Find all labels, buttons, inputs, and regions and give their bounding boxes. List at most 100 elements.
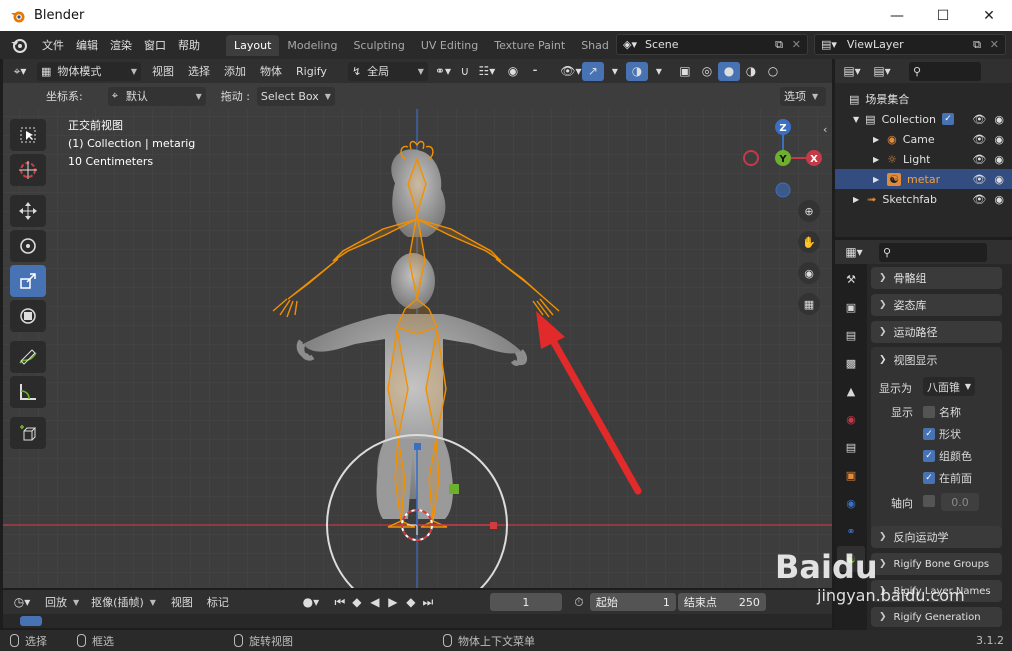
timeline-marker-menu[interactable]: 标记 <box>200 594 236 610</box>
outliner-item-sketchfab[interactable]: ▶ ➟ Sketchfab 👁 ◉ <box>835 189 1012 209</box>
eye-icon[interactable]: 👁 <box>972 153 986 166</box>
start-frame-field[interactable]: 起始 1 <box>589 593 676 611</box>
outliner[interactable]: ▤▾ ▤▾ ⚲ ▤ 场景集合 ▼ ▤ Collection 👁 ◉ ▶ ◉ Cam… <box>835 59 1012 237</box>
collection-exclude-checkbox[interactable] <box>941 113 954 125</box>
playback-dropdown[interactable]: 回放 ▼ <box>41 593 83 612</box>
display-mode-icon[interactable]: ▤▾ <box>871 62 893 81</box>
play-reverse-icon[interactable]: ◀ <box>366 593 384 612</box>
pivot-point-icon[interactable]: ⚭▾ <box>432 62 454 81</box>
tab-texture-paint[interactable]: Texture Paint <box>486 35 573 56</box>
keying-dropdown[interactable]: 抠像(插帧) ▼ <box>87 593 160 612</box>
menu-render[interactable]: 渲染 <box>104 37 138 53</box>
eye-icon[interactable]: 👁 <box>972 133 986 146</box>
camera-view-icon[interactable]: ◉ <box>798 262 820 284</box>
overlay-dropdown-icon[interactable]: ▾ <box>648 62 670 81</box>
measure-tool[interactable] <box>10 376 46 408</box>
mode-dropdown[interactable]: ▦ 物体模式 ▼ <box>37 61 141 81</box>
object-tab-icon[interactable]: ▣ <box>837 462 865 488</box>
properties-search-input[interactable]: ⚲ <box>879 242 987 262</box>
play-icon[interactable]: ▶ <box>384 593 402 612</box>
world-tab-icon[interactable]: ◉ <box>837 406 865 432</box>
menu-file[interactable]: 文件 <box>36 37 70 53</box>
blender-menu-icon[interactable] <box>10 36 28 54</box>
panel-rigify-bone-groups[interactable]: ❯ Rigify Bone Groups <box>871 553 1002 575</box>
render-camera-icon[interactable]: ◉ <box>994 173 1004 186</box>
stopwatch-icon[interactable]: ⏱ <box>568 593 590 612</box>
scene-tab-icon[interactable]: ▲ <box>837 378 865 404</box>
render-camera-icon[interactable]: ◉ <box>994 113 1004 126</box>
solid-shading-icon[interactable]: ● <box>717 61 740 81</box>
overlay-toggle-icon[interactable]: ◑ <box>625 61 648 81</box>
visibility-icon[interactable]: 👁▾ <box>560 62 582 81</box>
timeline-view-menu[interactable]: 视图 <box>164 594 200 610</box>
pan-hand-icon[interactable]: ✋ <box>798 231 820 253</box>
annotate-tool[interactable] <box>10 341 46 373</box>
transform-tool[interactable] <box>10 300 46 332</box>
panel-header[interactable]: ❯ 视图显示 <box>879 352 938 368</box>
falloff-icon[interactable]: ⁃ <box>524 62 546 81</box>
timeline-ruler[interactable] <box>3 614 832 628</box>
rotate-tool[interactable] <box>10 230 46 262</box>
wireframe-shading-icon[interactable]: ◎ <box>696 62 718 81</box>
scene-selector[interactable]: ◈▾ Scene ⧉ ✕ <box>616 34 808 55</box>
panel-motion-paths[interactable]: ❯ 运动路径 <box>871 321 1002 343</box>
eye-icon[interactable]: 👁 <box>972 113 986 126</box>
viewlayer-selector[interactable]: ▤▾ ViewLayer ⧉ ✕ <box>814 34 1006 55</box>
outliner-item-metarig[interactable]: ▶ ☯ metar 👁 ◉ <box>835 169 1012 189</box>
navigation-gizmo[interactable]: Z X Y <box>738 117 828 207</box>
editor-type-icon[interactable]: ⌖▾ <box>9 62 31 81</box>
render-camera-icon[interactable]: ◉ <box>994 193 1004 206</box>
cursor-tool[interactable] <box>10 154 46 186</box>
end-frame-field[interactable]: 结束点 250 <box>677 593 766 611</box>
zoom-icon[interactable]: ⊕ <box>798 200 820 222</box>
expand-arrow-icon[interactable]: ▶ <box>853 195 859 204</box>
scale-tool[interactable] <box>10 265 46 297</box>
menu-add[interactable]: 添加 <box>217 63 253 79</box>
transform-orientation-dropdown[interactable]: ↯ 全局 ▼ <box>347 61 428 81</box>
menu-window[interactable]: 窗口 <box>138 37 172 53</box>
group-color-checkbox[interactable] <box>923 450 935 462</box>
add-cube-tool[interactable] <box>10 417 46 449</box>
tab-shading[interactable]: Shad <box>573 35 617 56</box>
physics-tab-icon[interactable]: ◉ <box>837 490 865 516</box>
rendered-shading-icon[interactable]: ○ <box>762 62 784 81</box>
expand-arrow-icon[interactable]: ▶ <box>873 155 879 164</box>
bone-data-tab-icon[interactable]: ☯ <box>837 546 865 572</box>
menu-object[interactable]: 物体 <box>253 63 289 79</box>
outliner-item-light[interactable]: ▶ ☼ Light 👁 ◉ <box>835 149 1012 169</box>
output-tab-icon[interactable]: ▤ <box>837 322 865 348</box>
render-tab-icon[interactable]: ▣ <box>837 294 865 320</box>
drag-dropdown[interactable]: Select Box ▼ <box>256 86 335 106</box>
outliner-item-collection[interactable]: ▼ ▤ Collection 👁 ◉ <box>835 109 1012 129</box>
copy-viewlayer-icon[interactable]: ⧉ <box>973 38 981 52</box>
menu-view[interactable]: 视图 <box>145 63 181 79</box>
jump-end-icon[interactable]: ⏭ <box>420 593 436 612</box>
next-keyframe-icon[interactable]: ◆ <box>402 593 420 612</box>
remove-scene-icon[interactable]: ✕ <box>792 38 801 51</box>
properties-editor-icon[interactable]: ▦▾ <box>843 243 865 262</box>
copy-scene-icon[interactable]: ⧉ <box>775 38 783 52</box>
outliner-editor-icon[interactable]: ▤▾ <box>841 62 863 81</box>
panel-pose-library[interactable]: ❯ 姿态库 <box>871 294 1002 316</box>
constraints-tab-icon[interactable]: ⚭ <box>837 518 865 544</box>
expand-arrow-icon[interactable]: ▶ <box>873 175 879 184</box>
render-camera-icon[interactable]: ◉ <box>994 153 1004 166</box>
close-icon[interactable]: ✕ <box>966 0 1012 31</box>
expand-arrow-icon[interactable]: ▶ <box>873 135 879 144</box>
panel-inverse-kinematics[interactable]: ❯ 反向运动学 <box>871 526 1002 548</box>
snap-target-icon[interactable]: ☷▾ <box>476 62 498 81</box>
material-shading-icon[interactable]: ◑ <box>740 62 762 81</box>
in-front-checkbox[interactable] <box>923 472 935 484</box>
eye-icon[interactable]: 👁 <box>972 193 986 206</box>
gizmo-toggle-icon[interactable]: ↗ <box>581 61 604 81</box>
outliner-scene-collection[interactable]: ▤ 场景集合 <box>835 89 1012 109</box>
tab-uv-editing[interactable]: UV Editing <box>413 35 486 56</box>
timeline-editor-icon[interactable]: ◷▾ <box>11 593 33 612</box>
panel-bone-groups[interactable]: ❯ 骨骼组 <box>871 267 1002 289</box>
current-frame-field[interactable]: 1 <box>489 593 562 611</box>
prev-keyframe-icon[interactable]: ◆ <box>348 593 366 612</box>
ortho-grid-icon[interactable]: ▦ <box>798 293 820 315</box>
name-checkbox[interactable] <box>923 406 935 418</box>
tool-tab-icon[interactable]: ⚒ <box>837 266 865 292</box>
sidebar-toggle-icon[interactable]: ‹ <box>823 123 827 136</box>
